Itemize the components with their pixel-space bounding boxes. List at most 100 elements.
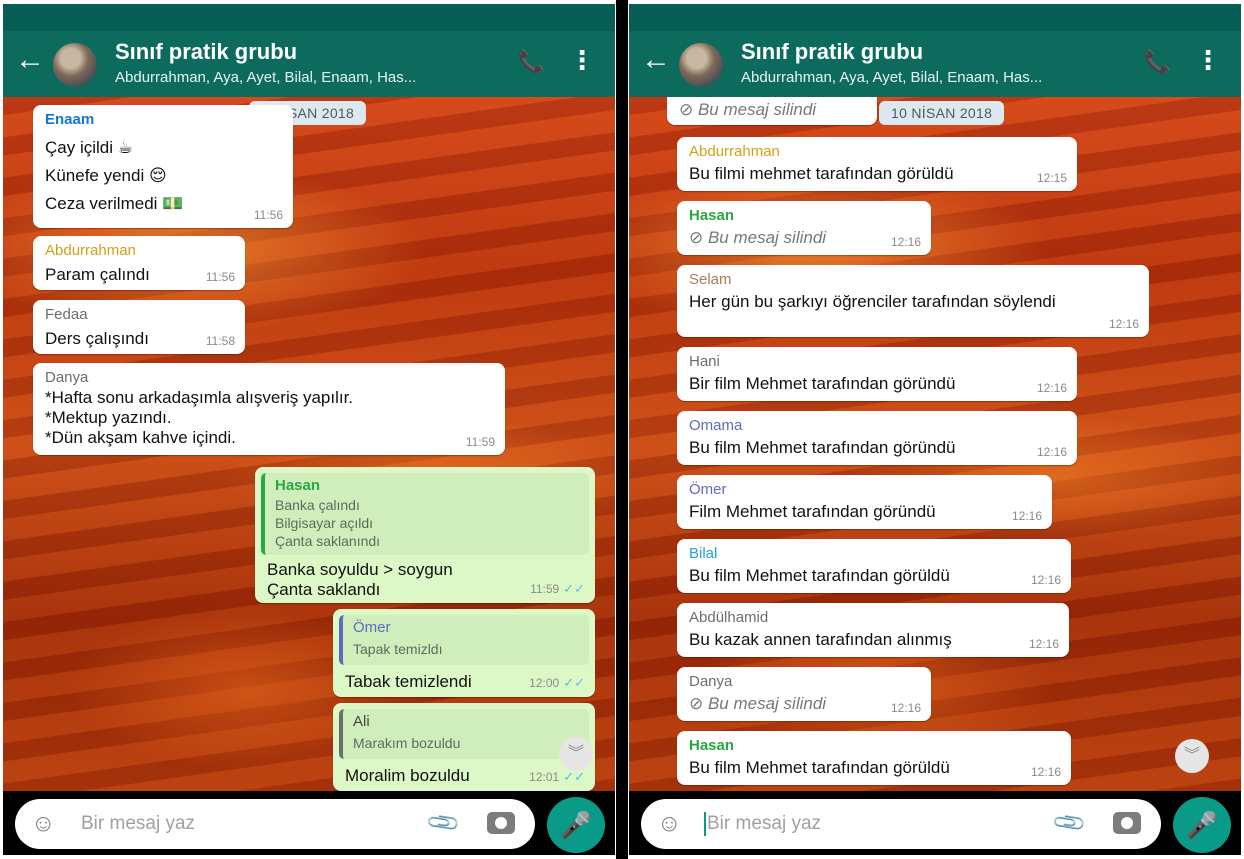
message-input[interactable]: Bir mesaj yaz bbox=[81, 813, 195, 835]
add-call-icon[interactable]: 📞 bbox=[518, 49, 545, 75]
quoted-text: Tapak temizldı bbox=[353, 641, 443, 657]
deleted-message-text: ⊘ Bu mesaj silindi bbox=[689, 228, 827, 247]
message-text: Bu kazak annen tarafından alınmış bbox=[689, 630, 952, 649]
menu-icon[interactable]: ⋮ bbox=[569, 45, 595, 76]
message-sender: Abdülhamid bbox=[689, 609, 769, 626]
message-bubble[interactable]: Danya *Hafta sonu arkadaşımla alışveriş … bbox=[33, 363, 505, 455]
chat-screen-left: ← Sınıf pratik grubu Abdurrahman, Aya, A… bbox=[3, 4, 615, 855]
attach-icon[interactable]: 📎 bbox=[424, 804, 462, 842]
message-time: 12:16 bbox=[1030, 765, 1061, 779]
message-text: Her gün bu şarkıyı öğrenciler tarafından… bbox=[689, 292, 1056, 311]
read-ticks-icon: ✓✓ bbox=[563, 581, 585, 596]
quoted-message[interactable]: Ali Marakım bozuldu bbox=[339, 709, 589, 759]
quoted-message[interactable]: Ömer Tapak temizldı bbox=[339, 615, 589, 665]
message-sender: Hasan bbox=[689, 207, 735, 224]
message-bubble[interactable]: Abdurrahman Bu filmi mehmet tarafından g… bbox=[677, 137, 1077, 191]
message-bubble[interactable]: Selam Her gün bu şarkıyı öğrenciler tara… bbox=[677, 265, 1149, 337]
screenshot-divider bbox=[616, 0, 628, 859]
message-text: Ders çalışındı bbox=[45, 329, 149, 348]
group-members[interactable]: Abdurrahman, Aya, Ayet, Bilal, Enaam, Ha… bbox=[741, 69, 1121, 86]
message-bubble[interactable]: Hasan ⊘ Bu mesaj silindi 12:16 bbox=[677, 201, 931, 255]
message-sender: Ömer bbox=[689, 481, 727, 498]
message-bubble[interactable]: Ömer Film Mehmet tarafından göründü 12:1… bbox=[677, 475, 1052, 529]
outgoing-reply-bubble[interactable]: Ömer Tapak temizldı Tabak temizlendi 12:… bbox=[333, 609, 595, 697]
message-text: *Dün akşam kahve içindi. bbox=[45, 428, 236, 447]
message-bubble[interactable]: ⊘ Bu mesaj silindi bbox=[667, 97, 877, 125]
menu-icon[interactable]: ⋮ bbox=[1195, 45, 1221, 76]
message-time: 12:16 bbox=[1036, 445, 1067, 459]
back-arrow-icon[interactable]: ← bbox=[641, 45, 671, 75]
message-list[interactable]: 9 NİSAN 2018 Enaam Çay içildi ☕ Künefe y… bbox=[3, 97, 615, 791]
message-bubble[interactable]: Abdülhamid Bu kazak annen tarafından alı… bbox=[677, 603, 1069, 657]
message-sender: Hasan bbox=[689, 737, 735, 754]
group-title[interactable]: Sınıf pratik grubu bbox=[741, 39, 923, 65]
message-text: Bu filmi mehmet tarafından görüldü bbox=[689, 164, 954, 183]
camera-icon[interactable] bbox=[487, 812, 515, 834]
message-input-bar[interactable]: ☺ Bir mesaj yaz 📎 bbox=[15, 799, 535, 849]
message-bubble[interactable]: Fedaa Ders çalışındı 11:58 bbox=[33, 300, 245, 354]
message-sender: Bilal bbox=[689, 545, 718, 562]
blocked-icon: ⊘ bbox=[679, 100, 698, 119]
back-arrow-icon[interactable]: ← bbox=[15, 45, 45, 75]
date-chip: 10 NİSAN 2018 bbox=[879, 101, 1005, 125]
group-title[interactable]: Sınıf pratik grubu bbox=[115, 39, 297, 65]
message-text: Bu film Mehmet tarafından göründü bbox=[689, 438, 956, 457]
message-text: Çanta saklandı bbox=[267, 580, 381, 599]
quoted-text: Bilgisayar açıldı bbox=[275, 515, 374, 531]
chat-screen-right: ← Sınıf pratik grubu Abdurrahman, Aya, A… bbox=[629, 4, 1241, 855]
message-input-bar[interactable]: ☺ Bir mesaj yaz 📎 bbox=[641, 799, 1161, 849]
message-bubble[interactable]: Bilal Bu film Mehmet tarafından görüldü … bbox=[677, 539, 1071, 593]
read-ticks-icon: ✓✓ bbox=[563, 675, 585, 690]
message-text: Bu film Mehmet tarafından görüldü bbox=[689, 758, 950, 777]
outgoing-reply-bubble[interactable]: Hasan Banka çalındı Bilgisayar açıldı Ça… bbox=[255, 467, 595, 603]
deleted-message-text: ⊘ Bu mesaj silindi bbox=[679, 100, 817, 119]
message-sender: Selam bbox=[689, 271, 732, 288]
emoji-icon[interactable]: ☺ bbox=[31, 810, 56, 838]
scroll-down-icon[interactable]: ︾ bbox=[1175, 739, 1209, 773]
message-time: 12:16 bbox=[1028, 637, 1059, 651]
chat-header: ← Sınıf pratik grubu Abdurrahman, Aya, A… bbox=[3, 31, 615, 97]
message-time: 12:01 ✓✓ bbox=[529, 769, 585, 784]
message-bubble[interactable]: Danya ⊘ Bu mesaj silindi 12:16 bbox=[677, 667, 931, 721]
message-bubble[interactable]: Hani Bir film Mehmet tarafından göründü … bbox=[677, 347, 1077, 401]
message-time: 12:16 bbox=[1108, 317, 1139, 331]
mic-button[interactable]: 🎤 bbox=[1173, 797, 1231, 853]
blocked-icon: ⊘ bbox=[689, 694, 708, 713]
quoted-sender: Hasan bbox=[275, 477, 321, 494]
message-text: Param çalındı bbox=[45, 265, 150, 284]
message-bubble[interactable]: Abdurrahman Param çalındı 11:56 bbox=[33, 236, 245, 290]
add-call-icon[interactable]: 📞 bbox=[1144, 49, 1171, 75]
scroll-down-icon[interactable]: ︾ bbox=[559, 737, 593, 771]
quoted-text: Marakım bozuldu bbox=[353, 735, 461, 751]
message-text: Moralim bozuldu bbox=[345, 766, 470, 785]
read-ticks-icon: ✓✓ bbox=[563, 769, 585, 784]
group-avatar[interactable] bbox=[679, 43, 723, 87]
message-sender: Omama bbox=[689, 417, 743, 434]
message-text: Bu film Mehmet tarafından görüldü bbox=[689, 566, 950, 585]
message-bubble[interactable]: Enaam Çay içildi ☕ Künefe yendi 😌 Ceza v… bbox=[33, 105, 293, 228]
message-list[interactable]: ⊘ Bu mesaj silindi 10 NİSAN 2018 Abdurra… bbox=[629, 97, 1241, 791]
message-bubble[interactable]: Hasan Bu film Mehmet tarafından görüldü … bbox=[677, 731, 1071, 785]
message-input[interactable]: Bir mesaj yaz bbox=[707, 813, 821, 835]
message-time: 12:00 ✓✓ bbox=[529, 675, 585, 690]
message-sender: Danya bbox=[45, 369, 89, 386]
deleted-message-text: ⊘ Bu mesaj silindi bbox=[689, 694, 827, 713]
message-time: 11:56 bbox=[205, 270, 235, 284]
message-text: Bir film Mehmet tarafından göründü bbox=[689, 374, 956, 393]
mic-button[interactable]: 🎤 bbox=[547, 797, 605, 853]
text-cursor bbox=[704, 812, 706, 836]
outgoing-reply-bubble[interactable]: Ali Marakım bozuldu Moralim bozuldu 12:0… bbox=[333, 703, 595, 791]
message-text: Çay içildi ☕ bbox=[45, 138, 133, 157]
group-avatar[interactable] bbox=[53, 43, 97, 87]
attach-icon[interactable]: 📎 bbox=[1050, 804, 1088, 842]
chat-header: ← Sınıf pratik grubu Abdurrahman, Aya, A… bbox=[629, 31, 1241, 97]
emoji-icon[interactable]: ☺ bbox=[657, 810, 682, 838]
message-sender: Abdurrahman bbox=[45, 242, 136, 259]
message-text: Tabak temizlendi bbox=[345, 672, 472, 691]
message-bubble[interactable]: Omama Bu film Mehmet tarafından göründü … bbox=[677, 411, 1077, 465]
quoted-message[interactable]: Hasan Banka çalındı Bilgisayar açıldı Ça… bbox=[261, 473, 589, 555]
camera-icon[interactable] bbox=[1113, 812, 1141, 834]
group-members[interactable]: Abdurrahman, Aya, Ayet, Bilal, Enaam, Ha… bbox=[115, 69, 495, 86]
message-sender: Danya bbox=[689, 673, 733, 690]
message-time: 12:16 bbox=[890, 235, 921, 249]
